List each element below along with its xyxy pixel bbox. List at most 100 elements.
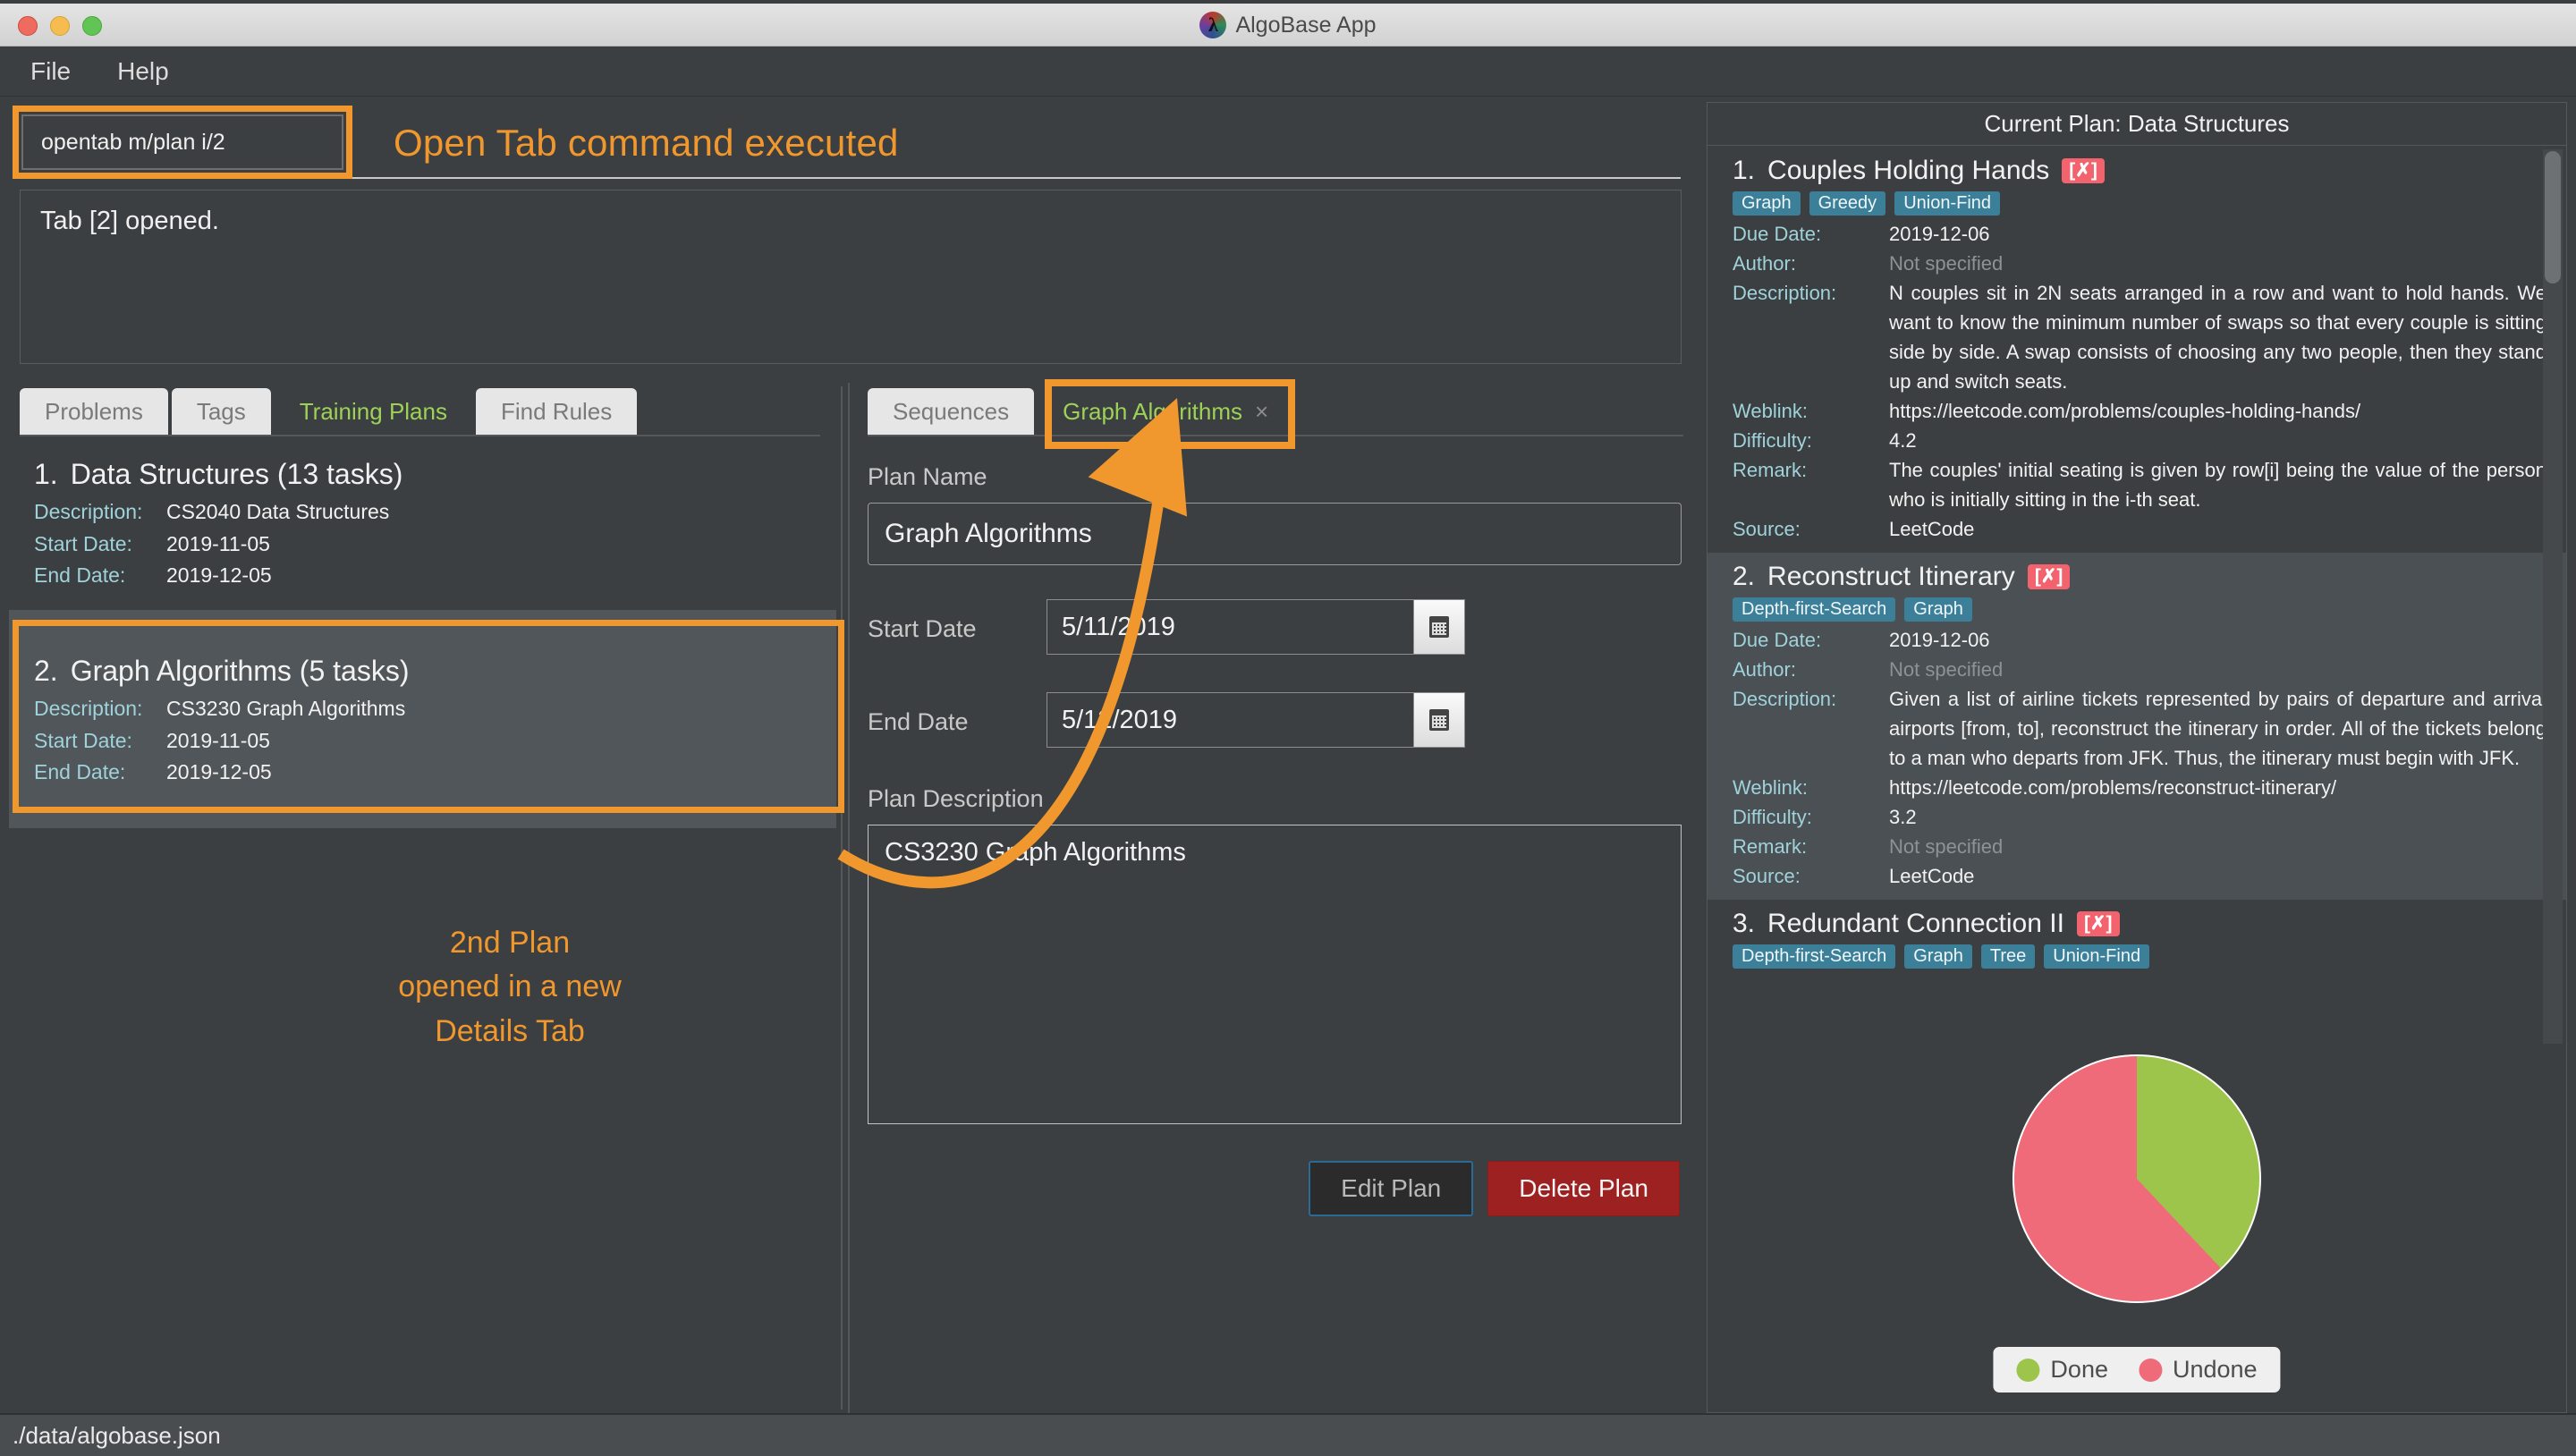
plan-description-key: Description: xyxy=(34,500,143,523)
menu-item-help[interactable]: Help xyxy=(117,57,169,86)
table-row[interactable]: 1. Couples Holding Hands [✗] Graph Greedy… xyxy=(1707,147,2566,553)
weblink-key: Weblink: xyxy=(1733,400,1808,422)
difficulty-key: Difficulty: xyxy=(1733,806,1812,828)
remark-value: Not specified xyxy=(1889,835,2004,858)
list-item[interactable]: 2. Graph Algorithms (5 tasks) Description… xyxy=(9,609,836,828)
difficulty-key: Difficulty: xyxy=(1733,429,1812,452)
title-center: λ AlgoBase App xyxy=(0,4,2576,47)
task-title: 3. Redundant Connection II [✗] xyxy=(1733,909,2546,939)
due-date-value: 2019-12-06 xyxy=(1889,223,1990,245)
command-area: opentab m/plan i/2 Open Tab command exec… xyxy=(9,106,1690,182)
task-description-row: Description: Given a list of airline tic… xyxy=(1733,684,2546,773)
left-tab-underline xyxy=(20,435,820,436)
plan-end-date-row: End Date: 2019-12-05 xyxy=(34,757,811,789)
chart-legend: Done Undone xyxy=(1993,1347,2281,1393)
plan-start-date-key: Start Date: xyxy=(34,531,132,555)
plan-start-date-key: Start Date: xyxy=(34,728,132,752)
list-item[interactable]: 1. Data Structures (13 tasks) Description… xyxy=(9,445,836,610)
task-title: 1. Couples Holding Hands [✗] xyxy=(1733,156,2546,186)
details-panel: Sequences Graph Algorithms × Plan Name G… xyxy=(848,383,1698,1413)
source-key: Source: xyxy=(1733,865,1801,887)
difficulty-value: 4.2 xyxy=(1889,429,1917,452)
due-date-key: Due Date: xyxy=(1733,223,1822,245)
task-title: 2. Reconstruct Itinerary [✗] xyxy=(1733,562,2546,592)
description-value: Given a list of airline tickets represen… xyxy=(1889,688,2546,769)
remark-key: Remark: xyxy=(1733,459,1808,481)
result-display: Tab [2] opened. xyxy=(20,190,1682,364)
source-key: Source: xyxy=(1733,518,1801,540)
plan-name-input[interactable]: Graph Algorithms xyxy=(868,503,1682,565)
due-date-key: Due Date: xyxy=(1733,629,1822,651)
plan-description-value: CS3230 Graph Algorithms xyxy=(166,696,406,720)
task-name: Reconstruct Itinerary xyxy=(1767,562,2015,591)
scrollbar-thumb[interactable] xyxy=(2545,151,2561,284)
task-tags: Depth-first-Search Graph xyxy=(1733,597,2546,622)
undone-color-swatch xyxy=(2138,1358,2162,1382)
author-key: Author: xyxy=(1733,658,1796,681)
tab-problems[interactable]: Problems xyxy=(20,388,168,435)
plan-description-textarea[interactable]: CS3230 Graph Algorithms xyxy=(868,825,1682,1124)
plan-end-date-key: End Date: xyxy=(34,760,126,784)
start-date-label: Start Date xyxy=(868,615,977,642)
task-weblink-row: Weblink: https://leetcode.com/problems/c… xyxy=(1733,396,2546,426)
description-key: Description: xyxy=(1733,688,1837,710)
plan-start-date-value: 2019-11-05 xyxy=(166,531,270,555)
end-date-input[interactable]: 5/12/2019 xyxy=(1046,692,1413,748)
status-badge: [✗] xyxy=(2062,157,2105,184)
difficulty-value: 3.2 xyxy=(1889,806,1917,828)
task-index: 2. xyxy=(1733,562,1756,591)
plan-title: 2. Graph Algorithms (5 tasks) xyxy=(34,655,811,688)
tab-graph-algorithms-label: Graph Algorithms xyxy=(1063,397,1242,425)
task-author-row: Author: Not specified xyxy=(1733,655,2546,684)
start-date-input[interactable]: 5/11/2019 xyxy=(1046,599,1413,655)
tab-find-rules[interactable]: Find Rules xyxy=(475,388,638,435)
current-plan-header: Current Plan: Data Structures xyxy=(1707,103,2566,146)
plan-list[interactable]: 1. Data Structures (13 tasks) Description… xyxy=(9,445,836,1413)
table-row[interactable]: 2. Reconstruct Itinerary [✗] Depth-first-… xyxy=(1707,553,2566,900)
delete-plan-button[interactable]: Delete Plan xyxy=(1487,1161,1680,1216)
task-due-date-row: Due Date: 2019-12-06 xyxy=(1733,625,2546,655)
task-difficulty-row: Difficulty: 3.2 xyxy=(1733,802,2546,832)
status-badge: [✗] xyxy=(2076,910,2120,937)
weblink-key: Weblink: xyxy=(1733,776,1808,799)
status-file-path: ./data/algobase.json xyxy=(13,1421,221,1449)
weblink-value[interactable]: https://leetcode.com/problems/couples-ho… xyxy=(1889,396,2546,426)
plan-end-date-key: End Date: xyxy=(34,563,126,588)
table-row[interactable]: 3. Redundant Connection II [✗] Depth-firs… xyxy=(1707,900,2566,981)
command-input[interactable]: opentab m/plan i/2 xyxy=(21,114,343,170)
edit-plan-button[interactable]: Edit Plan xyxy=(1309,1161,1474,1216)
task-list[interactable]: 1. Couples Holding Hands [✗] Graph Greedy… xyxy=(1707,147,2566,1041)
app-title: AlgoBase App xyxy=(1235,12,1377,38)
task-due-date-row: Due Date: 2019-12-06 xyxy=(1733,219,2546,249)
plan-start-date-row: Start Date: 2019-11-05 xyxy=(34,529,811,561)
description-value: N couples sit in 2N seats arranged in a … xyxy=(1889,282,2546,393)
close-icon[interactable]: × xyxy=(1255,398,1268,426)
tab-training-plans[interactable]: Training Plans xyxy=(274,388,472,435)
plan-description-key: Description: xyxy=(34,696,143,720)
tag-chip: Graph xyxy=(1904,944,1972,969)
tag-chip: Union-Find xyxy=(1894,191,2001,216)
plan-title: 1. Data Structures (13 tasks) xyxy=(34,458,811,491)
task-name: Redundant Connection II xyxy=(1767,909,2064,938)
left-panel: Problems Tags Training Plans Find Rules … xyxy=(9,383,836,1413)
task-list-scrollbar[interactable] xyxy=(2543,149,2563,1044)
legend-item-undone: Undone xyxy=(2138,1356,2258,1384)
tag-chip: Greedy xyxy=(1809,191,1886,216)
weblink-value[interactable]: https://leetcode.com/problems/reconstruc… xyxy=(1889,773,2546,802)
tag-chip: Graph xyxy=(1904,597,1972,622)
plan-start-date-row: Start Date: 2019-11-05 xyxy=(34,725,811,758)
calendar-icon[interactable] xyxy=(1413,599,1465,655)
end-date-picker[interactable]: 5/12/2019 xyxy=(1046,692,1465,748)
source-value: LeetCode xyxy=(1889,518,1975,540)
start-date-picker[interactable]: 5/11/2019 xyxy=(1046,599,1465,655)
tab-graph-algorithms[interactable]: Graph Algorithms × xyxy=(1038,388,1294,435)
calendar-icon[interactable] xyxy=(1413,692,1465,748)
details-tab-underline xyxy=(868,435,1683,436)
tab-sequences[interactable]: Sequences xyxy=(868,388,1035,435)
tab-tags[interactable]: Tags xyxy=(171,388,271,435)
author-key: Author: xyxy=(1733,252,1796,275)
app-window: λ AlgoBase App File Help opentab m/plan … xyxy=(0,0,2576,1456)
menu-item-file[interactable]: File xyxy=(30,57,71,86)
plan-description-row: Description: CS2040 Data Structures xyxy=(34,496,811,529)
lambda-glyph: λ xyxy=(1208,13,1218,36)
